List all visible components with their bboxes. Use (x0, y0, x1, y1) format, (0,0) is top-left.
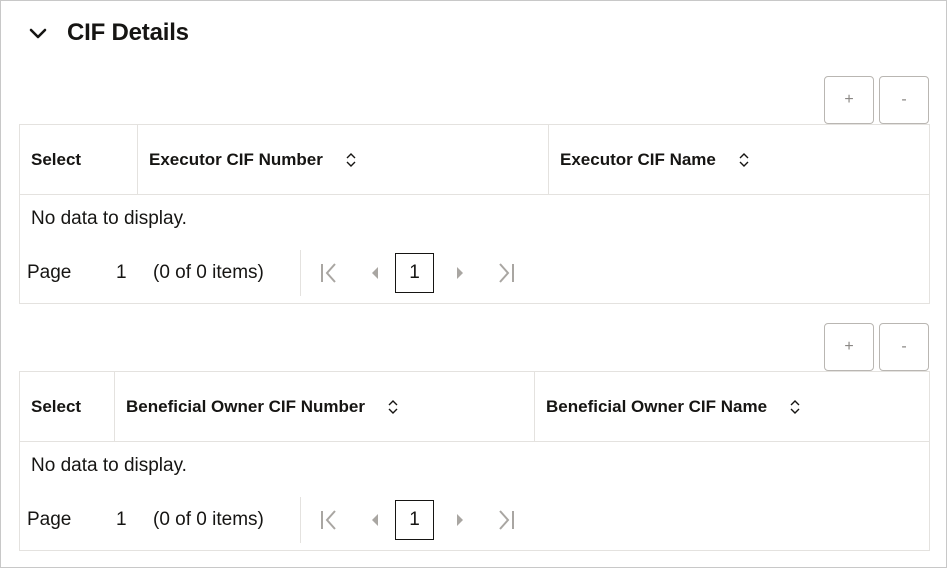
first-page-icon[interactable] (315, 506, 343, 534)
table-header: Select Executor CIF Number Executor CIF … (20, 125, 929, 195)
sort-icon[interactable] (345, 152, 357, 168)
column-header-executor-cif-number[interactable]: Executor CIF Number (138, 125, 549, 194)
previous-page-icon[interactable] (361, 259, 389, 287)
sort-icon[interactable] (387, 399, 399, 415)
page-number: 1 (116, 509, 127, 530)
column-label: Executor CIF Name (560, 149, 716, 169)
item-count: (0 of 0 items) (153, 262, 264, 283)
column-label: Select (31, 149, 82, 169)
column-label: Beneficial Owner CIF Name (546, 396, 768, 416)
column-header-beneficial-owner-cif-number[interactable]: Beneficial Owner CIF Number (115, 372, 535, 441)
column-label: Executor CIF Number (149, 149, 323, 169)
sort-icon[interactable] (789, 399, 801, 415)
next-page-icon[interactable] (446, 259, 474, 287)
add-beneficial-owner-button[interactable]: + (824, 323, 874, 371)
page-label: Page (27, 262, 72, 283)
sort-icon[interactable] (738, 152, 750, 168)
page-number: 1 (116, 262, 127, 283)
beneficial-owner-toolbar: + - (824, 323, 929, 371)
table-header: Select Beneficial Owner CIF Number Benef… (20, 372, 929, 442)
column-header-executor-cif-name[interactable]: Executor CIF Name (549, 125, 929, 194)
item-count: (0 of 0 items) (153, 509, 264, 530)
beneficial-owner-table: Select Beneficial Owner CIF Number Benef… (19, 371, 930, 551)
remove-beneficial-owner-button[interactable]: - (879, 323, 929, 371)
chevron-down-icon[interactable] (27, 22, 49, 44)
last-page-icon[interactable] (492, 506, 520, 534)
executor-table: Select Executor CIF Number Executor CIF … (19, 124, 930, 304)
pagination: Page 1 (0 of 0 items) 1 (20, 243, 929, 303)
column-header-select: Select (20, 372, 115, 441)
pager-divider (300, 497, 301, 543)
pager-divider (300, 250, 301, 296)
column-label: Beneficial Owner CIF Number (126, 396, 365, 416)
last-page-icon[interactable] (492, 259, 520, 287)
current-page-button[interactable]: 1 (395, 253, 434, 293)
current-page-button[interactable]: 1 (395, 500, 434, 540)
empty-message: No data to display. (31, 455, 187, 476)
column-header-select: Select (20, 125, 138, 194)
add-executor-button[interactable]: + (824, 76, 874, 124)
page-label: Page (27, 509, 72, 530)
executor-toolbar: + - (824, 76, 929, 124)
column-label: Select (31, 396, 82, 416)
section-title: CIF Details (67, 19, 189, 46)
pagination: Page 1 (0 of 0 items) 1 (20, 490, 929, 550)
first-page-icon[interactable] (315, 259, 343, 287)
next-page-icon[interactable] (446, 506, 474, 534)
remove-executor-button[interactable]: - (879, 76, 929, 124)
column-header-beneficial-owner-cif-name[interactable]: Beneficial Owner CIF Name (535, 372, 929, 441)
empty-message: No data to display. (31, 208, 187, 229)
cif-details-panel: CIF Details + - Select Executor CIF Numb… (0, 0, 947, 568)
previous-page-icon[interactable] (361, 506, 389, 534)
section-header[interactable]: CIF Details (27, 15, 189, 51)
